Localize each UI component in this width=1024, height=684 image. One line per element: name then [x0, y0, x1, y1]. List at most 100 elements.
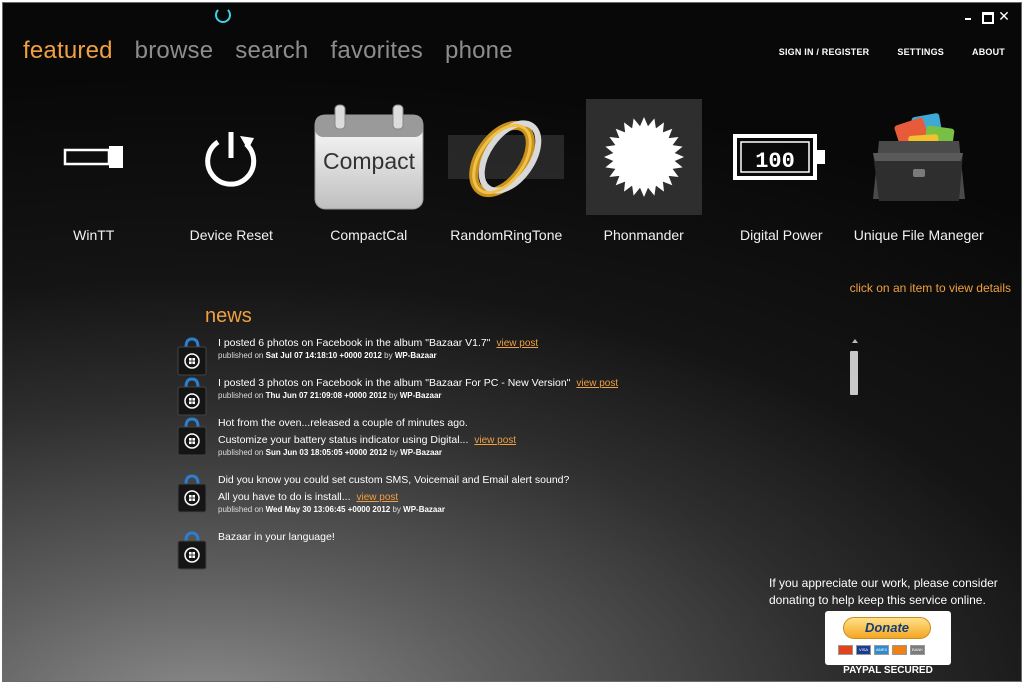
view-post-link[interactable]: view post	[576, 378, 618, 389]
signin-register-link[interactable]: SIGN IN / REGISTER	[779, 47, 870, 57]
news-meta: published on Sun Jun 03 18:05:05 +0000 2…	[218, 448, 835, 457]
folder-icon	[861, 99, 977, 215]
maximize-icon[interactable]	[979, 9, 994, 24]
main-nav: featured browse search favorites phone	[23, 37, 513, 65]
app-phonmander[interactable]: Phonmander	[575, 99, 713, 243]
nav-featured[interactable]: featured	[23, 37, 113, 65]
calendar-icon-text: Compact	[323, 148, 416, 174]
minimize-icon[interactable]	[961, 9, 975, 23]
app-name: Device Reset	[189, 227, 273, 243]
app-name: WinTT	[73, 227, 115, 243]
window-controls: ✕	[961, 9, 1011, 24]
battery-icon: 100	[723, 99, 839, 215]
bazaar-bag-icon	[175, 531, 209, 571]
details-hint: click on an item to view details	[849, 281, 1011, 295]
settings-link[interactable]: SETTINGS	[897, 47, 944, 57]
news-date: Wed May 30 13:06:45 +0000 2012	[265, 505, 391, 514]
by-label: by	[384, 351, 393, 360]
card-logos: VISA AMEX BANK	[838, 645, 925, 655]
news-item: Did you know you could set custom SMS, V…	[175, 472, 835, 514]
news-list: I posted 6 photos on Facebook in the alb…	[175, 335, 835, 573]
news-meta: published on Thu Jun 07 21:09:08 +0000 2…	[218, 391, 835, 400]
battery-icon-text: 100	[755, 149, 795, 174]
bazaar-bag-icon	[175, 337, 209, 377]
news-text: I posted 3 photos on Facebook in the alb…	[218, 375, 835, 392]
news-text: Customize your battery status indicator …	[218, 432, 835, 449]
news-date: Sat Jul 07 14:18:10 +0000 2012	[265, 351, 382, 360]
news-text: I posted 6 photos on Facebook in the alb…	[218, 335, 835, 352]
by-label: by	[389, 448, 398, 457]
about-link[interactable]: ABOUT	[972, 47, 1005, 57]
bazaar-bag-icon	[175, 474, 209, 514]
mastercard-icon	[838, 645, 853, 655]
nav-search[interactable]: search	[235, 37, 308, 65]
nav-phone[interactable]: phone	[445, 37, 513, 65]
close-icon[interactable]: ✕	[997, 9, 1011, 23]
news-author: WP-Bazaar	[394, 351, 437, 360]
by-label: by	[389, 391, 398, 400]
nav-browse[interactable]: browse	[135, 37, 214, 65]
app-name: Digital Power	[740, 227, 823, 243]
news-date: Sun Jun 03 18:05:05 +0000 2012	[265, 448, 388, 457]
news-heading: news	[205, 305, 252, 327]
scroll-thumb[interactable]	[850, 351, 858, 395]
app-unique-file-maneger[interactable]: Unique File Maneger	[850, 99, 988, 243]
news-item: I posted 3 photos on Facebook in the alb…	[175, 375, 835, 416]
news-item: I posted 6 photos on Facebook in the alb…	[175, 335, 835, 376]
calendar-icon: Compact	[311, 99, 427, 215]
loading-spinner-icon	[215, 7, 231, 23]
discover-icon	[892, 645, 907, 655]
news-text: Bazaar in your language!	[218, 529, 835, 546]
app-device-reset[interactable]: Device Reset	[163, 99, 301, 243]
app-window: ✕ featured browse search favorites phone…	[2, 2, 1022, 682]
by-label: by	[392, 505, 401, 514]
published-label: published on	[218, 351, 264, 360]
news-text: Did you know you could set custom SMS, V…	[218, 472, 835, 489]
news-text-content: I posted 6 photos on Facebook in the alb…	[218, 337, 491, 349]
donate-button-label: Donate	[843, 617, 931, 639]
app-randomringtone[interactable]: RandomRingTone	[438, 99, 576, 243]
app-compactcal[interactable]: Compact CompactCal	[300, 99, 438, 243]
news-date: Thu Jun 07 21:09:08 +0000 2012	[265, 391, 387, 400]
news-text: All you have to do is install... view pos…	[218, 489, 835, 506]
paypal-donate-button[interactable]: Donate VISA AMEX BANK	[825, 611, 951, 665]
news-author: WP-Bazaar	[403, 505, 445, 514]
app-name: Phonmander	[603, 227, 684, 243]
news-text-content: I posted 3 photos on Facebook in the alb…	[218, 377, 571, 389]
news-item: Bazaar in your language!	[175, 529, 835, 570]
news-scrollbar[interactable]	[850, 339, 860, 399]
app-name: RandomRingTone	[450, 227, 563, 243]
featured-apps: WinTT Device Reset Compact CompactCal Ra…	[25, 99, 988, 243]
nav-favorites[interactable]: favorites	[331, 37, 424, 65]
news-text-content: Hot from the oven...released a couple of…	[218, 417, 468, 429]
paypal-secured-label: PAYPAL SECURED	[843, 665, 933, 676]
app-name: CompactCal	[330, 227, 408, 243]
app-wintt[interactable]: WinTT	[25, 99, 163, 243]
news-author: WP-Bazaar	[400, 448, 442, 457]
rings-icon	[448, 99, 565, 215]
news-text: Hot from the oven...released a couple of…	[218, 415, 835, 432]
donate-message: If you appreciate our work, please consi…	[769, 576, 998, 607]
view-post-link[interactable]: view post	[474, 435, 516, 446]
amex-icon: AMEX	[874, 645, 889, 655]
published-label: published on	[218, 505, 264, 514]
visa-icon: VISA	[856, 645, 871, 655]
power-reset-icon	[173, 99, 289, 215]
published-label: published on	[218, 391, 264, 400]
news-text-content: Bazaar in your language!	[218, 531, 335, 543]
bazaar-bag-icon	[175, 377, 209, 417]
news-meta: published on Wed May 30 13:06:45 +0000 2…	[218, 505, 835, 514]
view-post-link[interactable]: view post	[496, 338, 538, 349]
news-text-content: Did you know you could set custom SMS, V…	[218, 474, 570, 486]
published-label: published on	[218, 448, 264, 457]
usb-stick-icon	[36, 99, 152, 215]
news-item: Hot from the oven...released a couple of…	[175, 415, 835, 457]
view-post-link[interactable]: view post	[357, 492, 399, 503]
app-digital-power[interactable]: 100 Digital Power	[713, 99, 851, 243]
bank-icon: BANK	[910, 645, 925, 655]
starburst-icon	[585, 99, 702, 215]
scroll-up-icon[interactable]	[852, 339, 858, 343]
news-text-content: All you have to do is install...	[218, 491, 351, 503]
news-author: WP-Bazaar	[399, 391, 442, 400]
app-name: Unique File Maneger	[853, 227, 984, 243]
